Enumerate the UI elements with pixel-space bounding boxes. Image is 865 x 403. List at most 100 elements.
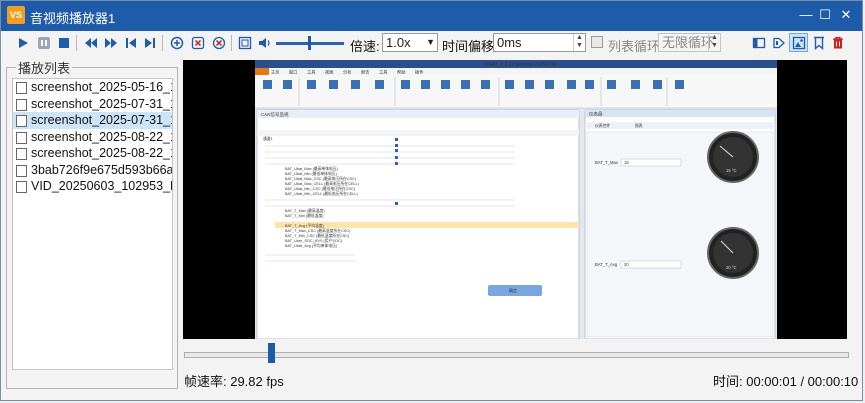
playlist-panel: 播放列表 screenshot_2025-05-16_14 screenshot… [6, 58, 178, 389]
speed-select[interactable]: 1.0x ▼ [382, 33, 438, 52]
minimize-button[interactable]: — [796, 6, 816, 24]
clear-list-button[interactable] [211, 35, 227, 51]
frame-can-panel-title: CAN信号监视 [261, 111, 289, 118]
volume-icon [259, 38, 270, 48]
play-button[interactable] [15, 35, 31, 51]
frame-tree-row: BAT_T_Min (最低温度) [285, 213, 324, 218]
dock-left-button[interactable] [751, 35, 767, 51]
playlist-item[interactable]: screenshot_2025-08-22_15 [13, 129, 172, 146]
playlist-item[interactable]: screenshot_2025-05-16_14 [13, 79, 172, 96]
title-bar: VS 音视频播放器1 — ☐ ✕ [1, 1, 862, 31]
rewind-button[interactable] [83, 35, 99, 51]
frame-gauge1-reading: 15 °C [726, 168, 737, 173]
speed-label: 倍速: [350, 39, 380, 54]
playlist-item[interactable]: screenshot_2025-08-22_16 [13, 145, 172, 162]
frame-tree-row: BAT_Ubat_Min_CSC (最低电压所在CSC) [285, 186, 356, 191]
playback-progress-handle[interactable] [268, 343, 275, 363]
fast-forward-icon [105, 38, 117, 48]
video-frame-content: VSAT_1.2.11 develop 20250730 主页 窗口 工具 视图… [255, 60, 777, 339]
frame-gauge2-value: 20 [624, 262, 629, 267]
frame-menu-item: 帮助 [397, 69, 405, 76]
playlist-item[interactable]: VID_20250603_102953_DC [13, 178, 172, 195]
frame-menu-item: 主页 [271, 69, 279, 76]
frame-ok-button: 确定 [509, 287, 517, 293]
next-button[interactable] [142, 35, 158, 51]
frame-gauge2-reading: 20 °C [726, 265, 737, 270]
frame-tree-row: BAT_T_Max (最高温度) [285, 208, 325, 213]
frame-tree-row: BAT_Ubat_Min_CELL (最低电压所在CELL) [285, 191, 359, 196]
video-display[interactable]: VSAT_1.2.11 develop 20250730 主页 窗口 工具 视图… [183, 60, 847, 339]
frame-menu-item: 视图 [325, 69, 333, 76]
frame-gauge1-label: BAT_T_Max [595, 160, 619, 165]
frame-tree-row: BAT_Ubat_Min (最低单体电压) [285, 171, 338, 176]
pause-button[interactable] [36, 35, 52, 51]
file-icon [16, 82, 27, 94]
previous-button[interactable] [123, 35, 139, 51]
add-icon [170, 36, 184, 50]
frame-menu-item: 分析 [343, 69, 351, 76]
stop-button[interactable] [56, 35, 72, 51]
remove-file-button[interactable] [190, 35, 206, 51]
frame-tree-row: BAT_Ubat_Max_CELL (最高电压所在CELL) [285, 181, 360, 186]
list-loop-label: 列表循环: [608, 39, 664, 54]
fullscreen-icon [238, 36, 252, 50]
frame-menu-item: 插件 [415, 69, 423, 76]
pause-icon [38, 37, 50, 49]
volume-button[interactable] [257, 35, 273, 51]
playlist-item[interactable]: screenshot_2025-07-31_15 [13, 96, 172, 113]
app-logo: VS [7, 6, 25, 24]
play-icon [19, 38, 28, 48]
file-icon [16, 98, 27, 111]
snapshot-icon [792, 36, 805, 49]
playlist-title: 播放列表 [16, 58, 73, 77]
loop-count-input[interactable]: 无限循环 ▲ ▼ [658, 33, 721, 52]
frame-app-title: VSAT_1.2.11 develop 20250730 [485, 62, 557, 68]
player-window: VS 音视频播放器1 — ☐ ✕ 倍速: 1.0x ▼ 时间偏移: 0ms ▲ … [0, 0, 863, 401]
playlist-list[interactable]: screenshot_2025-05-16_14 screenshot_2025… [12, 78, 173, 370]
frame-meter-panel-title: 仪表盘 [589, 111, 603, 118]
loop-spinner[interactable]: ▲ ▼ [708, 34, 720, 51]
volume-slider-handle[interactable] [308, 36, 311, 50]
delete-icon [833, 36, 843, 49]
playlist-item-selected[interactable]: screenshot_2025-07-31_15 [13, 112, 172, 129]
fast-forward-button[interactable] [103, 35, 119, 51]
delete-button[interactable] [830, 35, 846, 51]
next-icon [145, 38, 155, 48]
frame-tree-row: BAT_T_Avg (平均温度) [285, 223, 325, 228]
toolbar-separator [231, 35, 232, 51]
file-icon [16, 181, 27, 193]
frame-menu-item: 报告 [361, 69, 369, 76]
toolbar-separator [76, 35, 77, 51]
add-file-button[interactable] [169, 35, 185, 51]
frame-gauge1-value: 15 [624, 160, 629, 165]
frame-gauge2-label: BAT_T_Avg [595, 262, 618, 267]
frame-menu-item: 窗口 [289, 69, 297, 76]
playback-time-text: 时间: 00:00:01 / 00:00:10 [713, 374, 859, 389]
time-offset-input[interactable]: 0ms ▲ ▼ [493, 33, 586, 52]
close-button[interactable]: ✕ [836, 6, 856, 24]
maximize-button[interactable]: ☐ [815, 6, 835, 24]
dock-tab-button[interactable] [771, 35, 787, 51]
file-icon [16, 131, 27, 144]
previous-icon [126, 38, 136, 48]
file-icon [16, 164, 27, 177]
offset-spinner[interactable]: ▲ ▼ [573, 34, 585, 51]
clear-icon [212, 36, 226, 50]
fullscreen-button[interactable] [237, 35, 253, 51]
dock-left-icon [752, 37, 766, 49]
video-frame: VSAT_1.2.11 develop 20250730 主页 窗口 工具 视图… [255, 60, 777, 339]
snapshot-button[interactable] [789, 33, 808, 52]
chevron-down-icon: ▼ [426, 37, 435, 47]
frame-rate-text: 帧速率: 29.82 fps [184, 374, 284, 389]
frame-meter-tab: 图表 [635, 123, 643, 128]
list-loop-checkbox[interactable] [591, 36, 603, 48]
bookmark-button[interactable] [811, 35, 827, 51]
playback-progress-track[interactable] [184, 352, 849, 358]
window-title: 音视频播放器1 [30, 11, 116, 26]
file-icon [16, 115, 27, 127]
playlist-item[interactable]: 3bab726f9e675d593b66a3 [13, 162, 172, 179]
frame-tree-row: BAT_Ubat_Avg (平均单体电压) [285, 243, 338, 248]
frame-tree-row: BAT_T_Max_CSC (最高温度所在CSC) [285, 228, 351, 233]
frame-tree-row: BAT_Ubat_Max_CSC (最高电压所在CSC) [285, 176, 357, 181]
toolbar-separator [162, 35, 163, 51]
